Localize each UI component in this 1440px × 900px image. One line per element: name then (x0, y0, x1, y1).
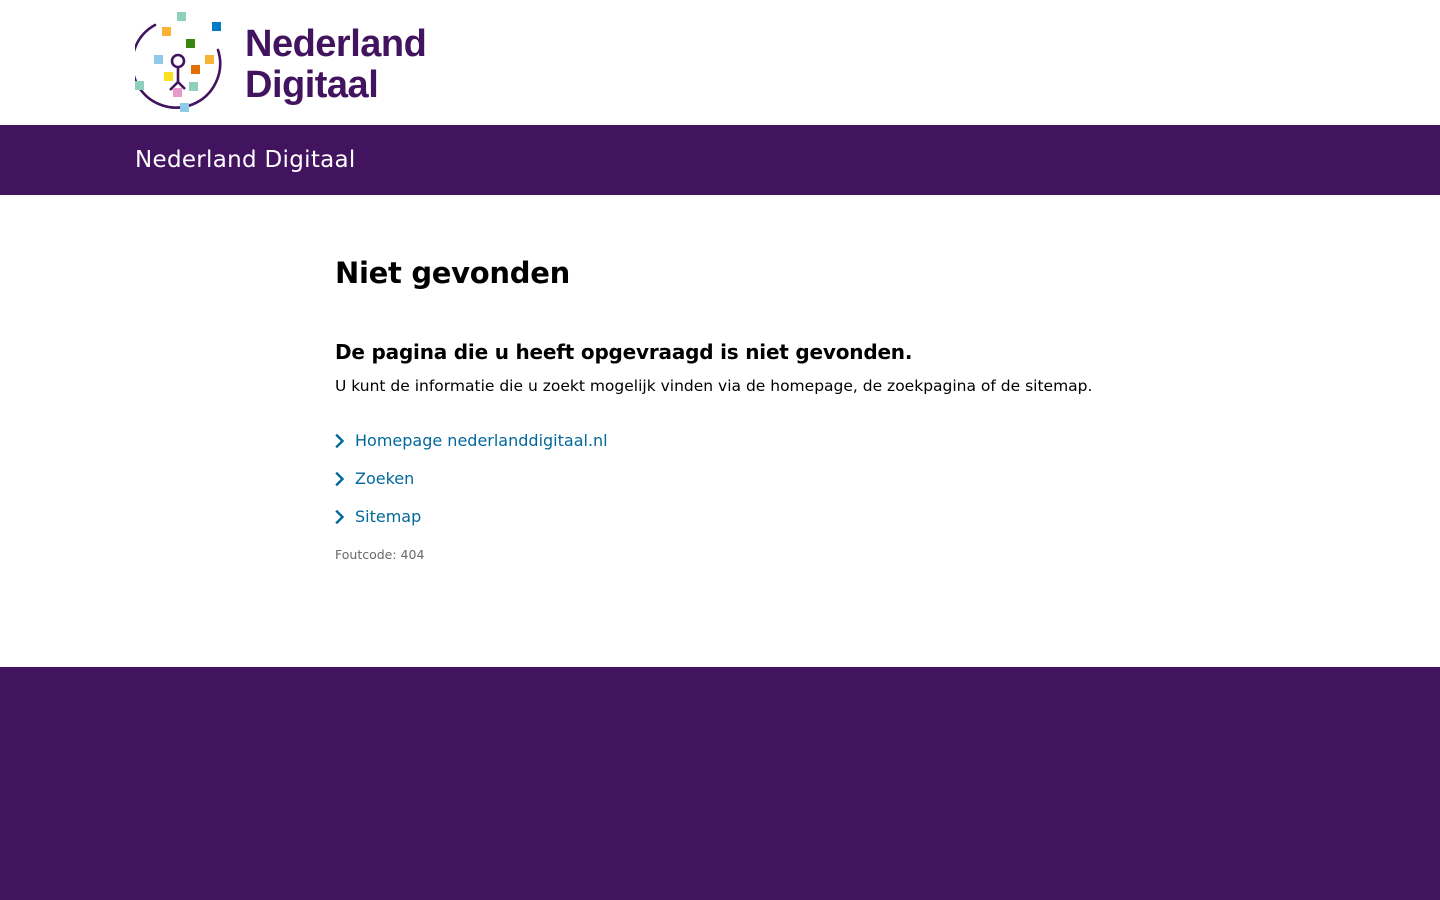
sitemap-link[interactable]: Sitemap (355, 505, 421, 529)
logo-line-2: Digitaal (245, 64, 379, 106)
list-item-homepage: Homepage nederlanddigitaal.nl (335, 422, 608, 460)
logo-link[interactable]: Nederland Digitaal (135, 12, 427, 114)
list-item-search: Zoeken (335, 460, 608, 498)
search-link[interactable]: Zoeken (355, 467, 414, 491)
logo-line-1: Nederland (245, 23, 427, 65)
error-subheading: De pagina die u heeft opgevraagd is niet… (335, 340, 913, 364)
site-title[interactable]: Nederland Digitaal (135, 145, 356, 175)
chevron-right-icon (335, 505, 355, 529)
footer (0, 667, 1440, 900)
help-links-list: Homepage nederlanddigitaal.nl Zoeken Sit… (335, 422, 608, 536)
nederland-digitaal-logo-icon (135, 12, 222, 112)
logo-bar: Nederland Digitaal (0, 0, 1440, 125)
chevron-right-icon (335, 429, 355, 453)
logo-wordmark: Nederland Digitaal (245, 23, 427, 106)
page-title: Niet gevonden (335, 256, 570, 290)
list-item-sitemap: Sitemap (335, 498, 608, 536)
intro-text: U kunt de informatie die u zoekt mogelij… (335, 377, 1093, 395)
homepage-link[interactable]: Homepage nederlanddigitaal.nl (355, 429, 608, 453)
chevron-right-icon (335, 467, 355, 491)
site-title-bar: Nederland Digitaal (0, 125, 1440, 195)
error-code: Foutcode: 404 (335, 547, 425, 562)
